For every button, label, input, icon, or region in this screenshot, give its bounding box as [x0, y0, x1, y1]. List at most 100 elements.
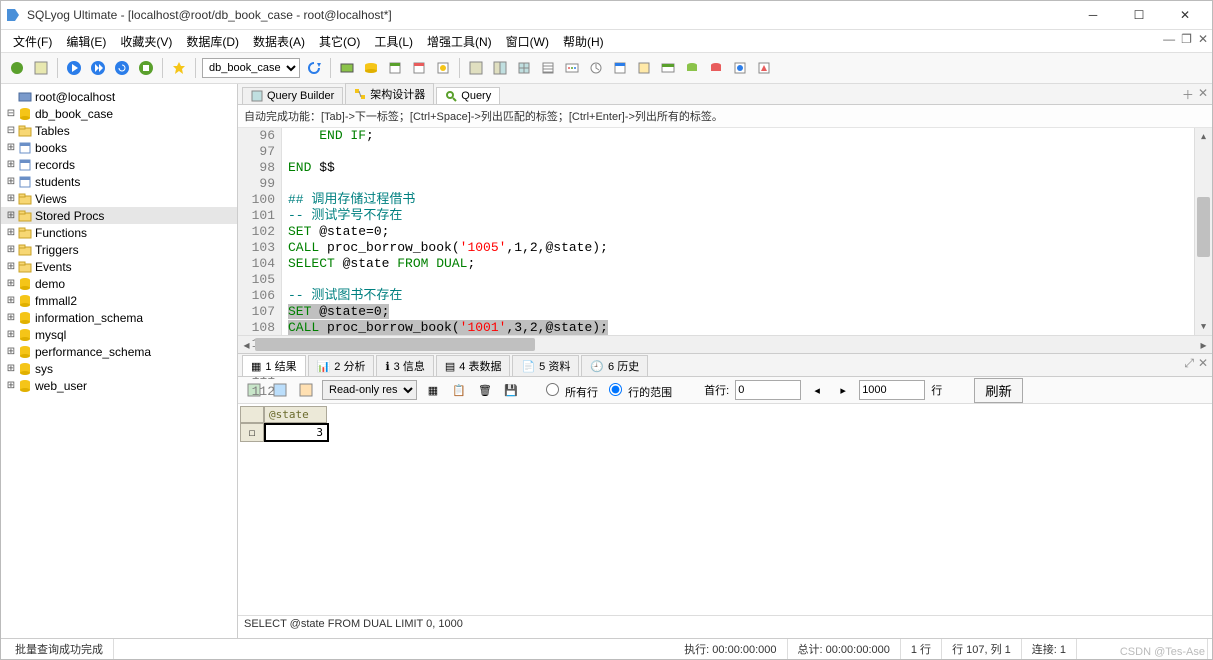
- res-tool-delete-icon[interactable]: 🗑: [475, 380, 495, 400]
- menu-file[interactable]: 文件(F): [7, 31, 58, 52]
- tab-tabledata[interactable]: ▤4 表数据: [436, 355, 511, 376]
- tool-15-icon[interactable]: [682, 58, 702, 78]
- row-count-input[interactable]: [859, 380, 925, 400]
- first-row-input[interactable]: [735, 380, 801, 400]
- res-tool-save-icon[interactable]: 💾: [501, 380, 521, 400]
- tree-node[interactable]: ⊞demo: [1, 275, 237, 292]
- hscroll-thumb[interactable]: [255, 338, 535, 351]
- tree-twisty-icon[interactable]: ⊞: [5, 193, 17, 204]
- object-browser[interactable]: root@localhost⊟db_book_case⊟Tables⊞books…: [1, 84, 238, 638]
- table-row[interactable]: ☐ 3: [240, 423, 1210, 442]
- res-tool-3-icon[interactable]: [296, 380, 316, 400]
- prev-page-icon[interactable]: ◂: [807, 380, 827, 400]
- menu-other[interactable]: 其它(O): [313, 31, 366, 52]
- tree-twisty-icon[interactable]: ⊞: [5, 159, 17, 170]
- editor-vscrollbar[interactable]: ▴ ▾: [1194, 128, 1212, 335]
- tab-history[interactable]: 🕘6 历史: [581, 355, 648, 376]
- tool-11-icon[interactable]: [586, 58, 606, 78]
- tool-12-icon[interactable]: [610, 58, 630, 78]
- tree-node[interactable]: root@localhost: [1, 88, 237, 105]
- tree-twisty-icon[interactable]: ⊟: [5, 125, 17, 136]
- cell-value[interactable]: 3: [264, 423, 329, 442]
- tree-node[interactable]: ⊞mysql: [1, 326, 237, 343]
- tool-18-icon[interactable]: [754, 58, 774, 78]
- tool-6-icon[interactable]: [466, 58, 486, 78]
- res-tool-copy-icon[interactable]: 📋: [449, 380, 469, 400]
- refresh-db-icon[interactable]: [304, 58, 324, 78]
- sql-editor[interactable]: 9697989910010110210310410510610710810911…: [238, 128, 1212, 335]
- tool-5-icon[interactable]: [433, 58, 453, 78]
- tree-node[interactable]: ⊞Stored Procs: [1, 207, 237, 224]
- tree-node[interactable]: ⊞books: [1, 139, 237, 156]
- menu-help[interactable]: 帮助(H): [557, 31, 610, 52]
- menu-powertools[interactable]: 增强工具(N): [421, 31, 498, 52]
- refresh-button[interactable]: 刷新: [974, 378, 1023, 403]
- minimize-button[interactable]: ─: [1070, 1, 1116, 29]
- tree-node[interactable]: ⊞Triggers: [1, 241, 237, 258]
- menu-database[interactable]: 数据库(D): [180, 31, 245, 52]
- tab-schema-designer[interactable]: 架构设计器: [345, 83, 434, 104]
- menu-edit[interactable]: 编辑(E): [60, 31, 112, 52]
- new-query-icon[interactable]: [31, 58, 51, 78]
- tab-close-icon[interactable]: ✕: [1198, 86, 1208, 103]
- tab-analyze[interactable]: 📊2 分析: [308, 355, 375, 376]
- scroll-down-icon[interactable]: ▾: [1195, 318, 1212, 335]
- execute-all-icon[interactable]: [88, 58, 108, 78]
- tab-new-icon[interactable]: ＋: [1182, 86, 1194, 103]
- tree-node[interactable]: ⊞students: [1, 173, 237, 190]
- editor-hscrollbar[interactable]: ◂ ▸: [238, 335, 1212, 353]
- menu-favorites[interactable]: 收藏夹(V): [114, 31, 178, 52]
- mdi-minimize-icon[interactable]: —: [1163, 32, 1175, 46]
- tree-twisty-icon[interactable]: ⊟: [5, 108, 17, 119]
- tab-materials[interactable]: 📄5 资料: [512, 355, 579, 376]
- tree-node[interactable]: ⊟Tables: [1, 122, 237, 139]
- tool-3-icon[interactable]: [385, 58, 405, 78]
- tree-twisty-icon[interactable]: ⊞: [5, 244, 17, 255]
- tab-info[interactable]: ℹ3 信息: [376, 355, 433, 376]
- tree-node[interactable]: ⊞Views: [1, 190, 237, 207]
- scroll-up-icon[interactable]: ▴: [1195, 128, 1212, 145]
- menu-datatable[interactable]: 数据表(A): [247, 31, 311, 52]
- favorites-icon[interactable]: [169, 58, 189, 78]
- tree-node[interactable]: ⊞fmmall2: [1, 292, 237, 309]
- row-selector[interactable]: ☐: [240, 423, 264, 442]
- tool-2-icon[interactable]: [361, 58, 381, 78]
- range-rows-radio[interactable]: 行的范围: [604, 380, 672, 400]
- stop-icon[interactable]: [136, 58, 156, 78]
- tree-twisty-icon[interactable]: ⊞: [5, 329, 17, 340]
- refresh-icon[interactable]: [112, 58, 132, 78]
- tree-twisty-icon[interactable]: ⊞: [5, 312, 17, 323]
- tool-8-icon[interactable]: [514, 58, 534, 78]
- tree-twisty-icon[interactable]: ⊞: [5, 278, 17, 289]
- column-header[interactable]: @state: [264, 406, 327, 423]
- mdi-restore-icon[interactable]: ❐: [1181, 32, 1192, 46]
- tab-query-builder[interactable]: Query Builder: [242, 87, 343, 104]
- menu-window[interactable]: 窗口(W): [500, 31, 555, 52]
- tool-14-icon[interactable]: [658, 58, 678, 78]
- all-rows-radio[interactable]: 所有行: [541, 380, 598, 400]
- result-maximize-icon[interactable]: ⤢: [1184, 356, 1194, 371]
- next-page-icon[interactable]: ▸: [833, 380, 853, 400]
- execute-icon[interactable]: [64, 58, 84, 78]
- tool-16-icon[interactable]: [706, 58, 726, 78]
- tool-17-icon[interactable]: [730, 58, 750, 78]
- tree-twisty-icon[interactable]: ⊞: [5, 210, 17, 221]
- tree-node[interactable]: ⊞web_user: [1, 377, 237, 394]
- tree-twisty-icon[interactable]: ⊞: [5, 142, 17, 153]
- tree-node[interactable]: ⊞Events: [1, 258, 237, 275]
- result-close-icon[interactable]: ✕: [1198, 356, 1208, 371]
- tab-query[interactable]: Query: [436, 87, 500, 104]
- tree-twisty-icon[interactable]: ⊞: [5, 363, 17, 374]
- tree-twisty-icon[interactable]: ⊞: [5, 295, 17, 306]
- scroll-right-icon[interactable]: ▸: [1195, 336, 1212, 353]
- tree-twisty-icon[interactable]: ⊞: [5, 261, 17, 272]
- tree-node[interactable]: ⊞sys: [1, 360, 237, 377]
- result-grid[interactable]: @state ☐ 3: [238, 404, 1212, 615]
- tree-node[interactable]: ⊞information_schema: [1, 309, 237, 326]
- tree-node[interactable]: ⊟db_book_case: [1, 105, 237, 122]
- new-connection-icon[interactable]: [7, 58, 27, 78]
- tree-node[interactable]: ⊞performance_schema: [1, 343, 237, 360]
- tree-twisty-icon[interactable]: ⊞: [5, 346, 17, 357]
- tree-twisty-icon[interactable]: ⊞: [5, 227, 17, 238]
- database-selector[interactable]: db_book_case: [202, 58, 300, 78]
